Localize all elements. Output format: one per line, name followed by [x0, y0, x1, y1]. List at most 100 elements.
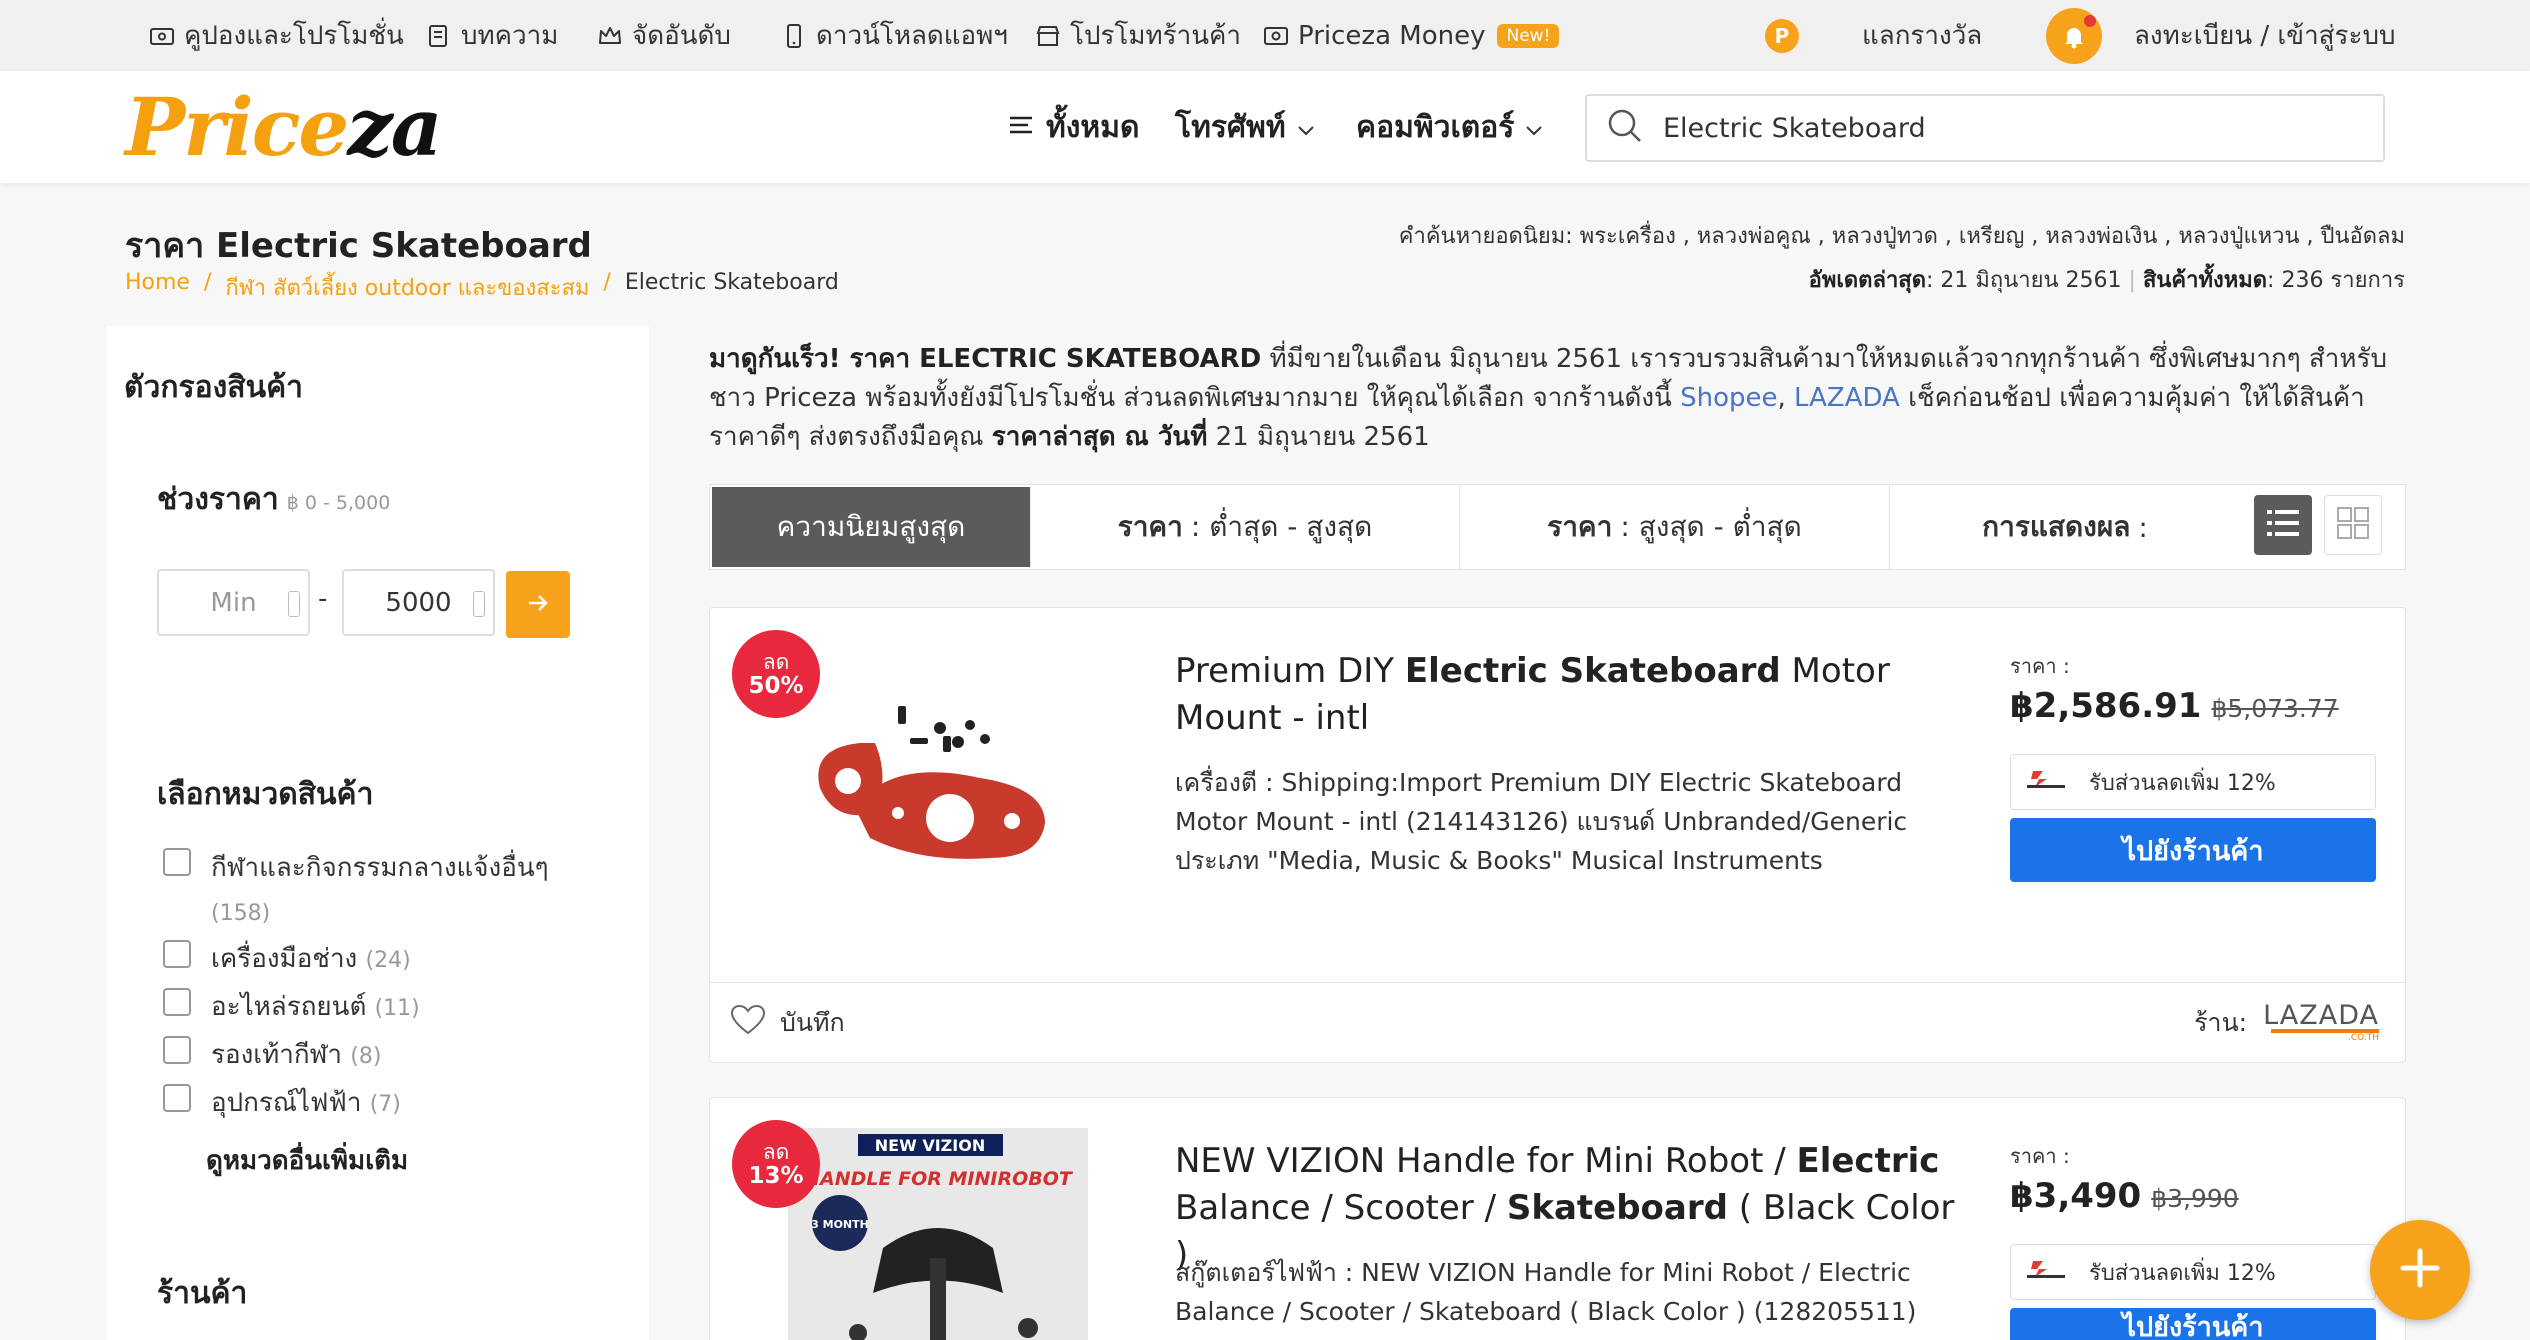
- go-to-shop-button[interactable]: ไปยังร้านค้า: [2010, 1308, 2376, 1340]
- payment-partner-logo-icon: [2025, 767, 2067, 797]
- login-register-link[interactable]: ลงทะเบียน / เข้าสู่ระบบ: [2134, 0, 2396, 71]
- checkbox[interactable]: [163, 1084, 191, 1112]
- go-to-shop-button[interactable]: ไปยังร้านค้า: [2010, 818, 2376, 882]
- breadcrumb-home[interactable]: Home: [125, 270, 190, 305]
- list-view-button[interactable]: [2254, 495, 2312, 555]
- popular-search-links[interactable]: พระเครื่อง , หลวงพ่อคูณ , หลวงปู่ทวด , เ…: [1580, 224, 2405, 249]
- rewards-link[interactable]: P: [1765, 0, 1799, 71]
- price-range-title: ช่วงราคา฿ 0 - 5,000: [157, 482, 391, 517]
- articles-link[interactable]: บทความ: [425, 0, 558, 71]
- menu-icon: [1008, 110, 1036, 145]
- breadcrumb-category[interactable]: กีฬา สัตว์เลี้ยง outdoor และของสะสม: [225, 270, 589, 305]
- nav-phone[interactable]: โทรศัพท์: [1175, 71, 1316, 183]
- checkbox[interactable]: [163, 988, 191, 1016]
- category-title: เลือกหมวดสินค้า: [157, 777, 374, 812]
- breadcrumb-separator: /: [603, 270, 611, 295]
- display-mode-label: การแสดงผล:: [1982, 510, 2148, 544]
- product-card: ลด 50% Premium DIY Electric Skateboard Mo…: [709, 607, 2406, 1063]
- price-label: ราคา :: [2010, 654, 2070, 678]
- coupons-link[interactable]: คูปองและโปรโมชั่น: [148, 0, 404, 71]
- product-description: สกู๊ตเตอร์ไฟฟ้า : NEW VIZION Handle for …: [1175, 1258, 1917, 1326]
- bell-icon: [2046, 7, 2102, 64]
- extra-discount-promo[interactable]: รับส่วนลดเพิ่ม 12%: [2010, 754, 2376, 810]
- spinner-icon[interactable]: [473, 591, 485, 617]
- apply-price-button[interactable]: [506, 571, 570, 638]
- lazada-link[interactable]: LAZADA: [1794, 383, 1900, 413]
- price-max-input[interactable]: 5000: [342, 569, 495, 636]
- old-price: ฿5,073.77: [2211, 694, 2339, 723]
- sort-popular[interactable]: ความนิยมสูงสุด: [712, 487, 1031, 567]
- nav-all-categories[interactable]: ทั้งหมด: [1008, 71, 1139, 183]
- mobile-icon: [780, 22, 808, 50]
- image-headline-text: HANDLE FOR MINIROBOT: [804, 1168, 1074, 1190]
- top-utility-bar: คูปองและโปรโมชั่น บทความ จัดอันดับ ดาวน์…: [0, 0, 2530, 71]
- rewards-label-link[interactable]: แลกรางวัล: [1862, 0, 1982, 71]
- coupon-icon: [148, 22, 176, 50]
- filter-sidebar: ตัวกรองสินค้า ช่วงราคา฿ 0 - 5,000 Min - …: [106, 326, 649, 1340]
- category-item[interactable]: กีฬาและกิจกรรมกลางแจ้งอื่นๆ (158): [163, 846, 549, 936]
- grid-view-button[interactable]: [2324, 495, 2382, 555]
- shopee-link[interactable]: Shopee: [1680, 383, 1777, 413]
- discount-badge: ลด 13%: [732, 1120, 820, 1208]
- download-app-link[interactable]: ดาวน์โหลดแอพฯ: [780, 0, 1008, 71]
- popular-searches: คำค้นหายอดนิยม: พระเครื่อง , หลวงพ่อคูณ …: [1398, 224, 2405, 249]
- ranking-link[interactable]: จัดอันดับ: [596, 0, 731, 71]
- coin-icon: P: [1765, 18, 1799, 53]
- more-categories-link[interactable]: ดูหมวดอื่นเพิ่มเติม: [206, 1140, 408, 1181]
- heart-icon: [730, 1004, 766, 1042]
- category-item[interactable]: อุปกรณ์ไฟฟ้า (7): [163, 1082, 401, 1123]
- price-min-input[interactable]: Min: [157, 569, 310, 636]
- shop-info: ร้าน: LAZADA .CO.TH: [2194, 1000, 2379, 1043]
- intro-paragraph: มาดูกันเร็ว! ราคา ELECTRIC SKATEBOARD ที…: [709, 344, 2387, 452]
- nav-computer[interactable]: คอมพิวเตอร์: [1356, 71, 1544, 183]
- breadcrumb: Home / กีฬา สัตว์เลี้ยง outdoor และของสะ…: [125, 270, 839, 305]
- search-input[interactable]: [1663, 112, 2363, 144]
- payment-partner-logo-icon: [2025, 1257, 2067, 1287]
- product-description: เครื่องตี : Shipping:Import Premium DIY …: [1175, 768, 1908, 875]
- breadcrumb-separator: /: [203, 270, 212, 295]
- search-icon: [1605, 106, 1645, 150]
- new-badge: New!: [1497, 23, 1560, 48]
- product-card: NEW VIZION HANDLE FOR MINIROBOT 3 MONTH …: [709, 1097, 2406, 1340]
- checkbox[interactable]: [163, 1036, 191, 1064]
- sort-price-asc[interactable]: ราคา: ต่ำสุด - สูงสุด: [1031, 485, 1460, 569]
- price-label: ราคา :: [2010, 1144, 2070, 1168]
- search-box[interactable]: [1585, 94, 2385, 162]
- category-item[interactable]: เครื่องมือช่าง (24): [163, 938, 411, 979]
- promote-shop-link[interactable]: โปรโมทร้านค้า: [1034, 0, 1241, 71]
- priceza-logo[interactable]: Priceza: [125, 85, 443, 169]
- filter-title: ตัวกรองสินค้า: [124, 370, 304, 405]
- chevron-down-icon: [1524, 110, 1544, 145]
- plus-icon: [2395, 1243, 2445, 1297]
- floating-plus-button[interactable]: [2370, 1220, 2470, 1320]
- priceza-money-link[interactable]: Priceza Money New!: [1262, 0, 1560, 71]
- grid-view-icon: [2335, 505, 2371, 545]
- lazada-logo[interactable]: LAZADA .CO.TH: [2263, 1002, 2379, 1043]
- category-item[interactable]: อะไหล่รถยนต์ (11): [163, 986, 420, 1027]
- save-button[interactable]: บันทึก: [730, 1003, 845, 1043]
- product-image[interactable]: [780, 638, 1080, 903]
- spinner-icon[interactable]: [288, 591, 300, 617]
- product-image[interactable]: NEW VIZION HANDLE FOR MINIROBOT 3 MONTH: [788, 1128, 1088, 1340]
- product-title[interactable]: Premium DIY Electric Skateboard Motor Mo…: [1175, 648, 1975, 742]
- checkbox[interactable]: [163, 940, 191, 968]
- store-icon: [1034, 22, 1062, 50]
- notification-dot: [2084, 14, 2096, 27]
- image-warranty-text: 3 MONTH: [811, 1218, 869, 1231]
- checkbox[interactable]: [163, 848, 191, 876]
- chevron-down-icon: [1296, 110, 1316, 145]
- notification-bell[interactable]: [2046, 0, 2102, 71]
- article-icon: [425, 22, 453, 50]
- main-header: Priceza ทั้งหมด โทรศัพท์ คอมพิวเตอร์: [0, 71, 2530, 183]
- sort-price-desc[interactable]: ราคา: สูงสุด - ต่ำสุด: [1460, 485, 1890, 569]
- old-price: ฿3,990: [2151, 1184, 2239, 1213]
- extra-discount-promo[interactable]: รับส่วนลดเพิ่ม 12%: [2010, 1244, 2376, 1300]
- list-view-icon: [2265, 505, 2301, 545]
- crown-icon: [596, 22, 624, 50]
- breadcrumb-current: Electric Skateboard: [624, 270, 839, 295]
- product-price: ฿2,586.91 ฿5,073.77: [2010, 686, 2339, 726]
- page-title: ราคา Electric Skateboard: [125, 226, 592, 266]
- card-footer: บันทึก ร้าน: LAZADA .CO.TH: [710, 982, 2405, 1062]
- category-item[interactable]: รองเท้ากีฬา (8): [163, 1034, 381, 1075]
- product-price: ฿3,490 ฿3,990: [2010, 1176, 2239, 1216]
